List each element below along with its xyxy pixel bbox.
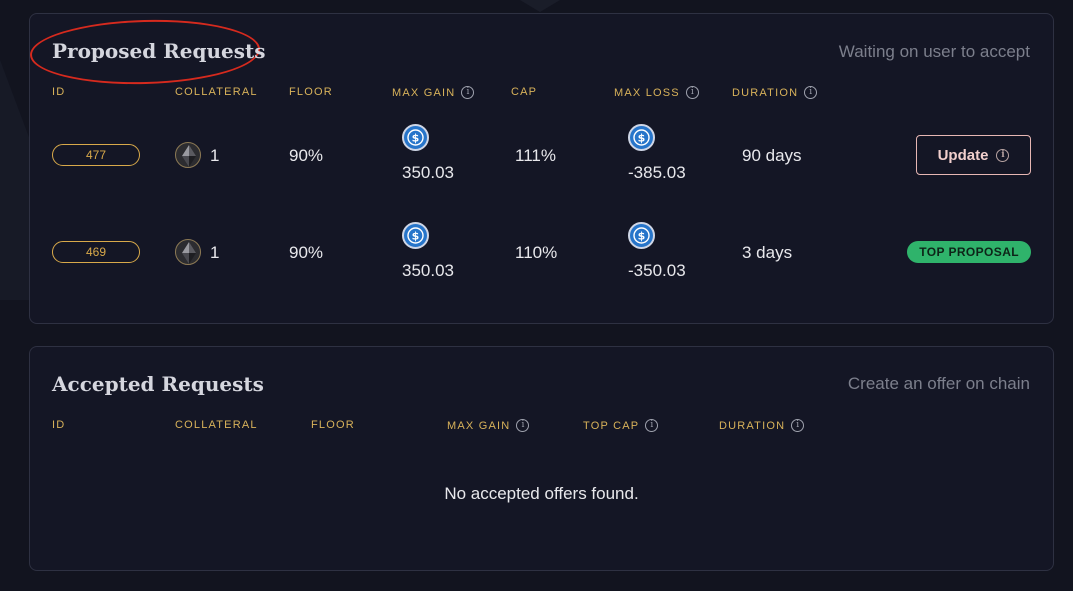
duration-value: 3 days (742, 243, 793, 262)
update-button-label: Update (937, 146, 989, 164)
accepted-requests-subtitle: Create an offer on chain (847, 374, 1030, 393)
info-icon: i (996, 148, 1010, 162)
top-proposal-badge: TOP PROPOSAL (907, 241, 1031, 263)
max-gain-value: 350.03 (402, 261, 454, 280)
eth-icon (175, 142, 201, 168)
col-header-floor: FLOOR (311, 419, 355, 431)
eth-icon (175, 239, 201, 265)
col-header-id: ID (52, 86, 66, 98)
svg-text:$: $ (638, 132, 646, 145)
proposed-requests-card: Proposed Requests Waiting on user to acc… (29, 13, 1054, 324)
col-header-duration: DURATION i (732, 86, 818, 99)
info-icon[interactable]: i (804, 86, 818, 99)
col-header-max-gain: MAX GAIN i (447, 419, 530, 432)
table-row: 469 1 90% $ 350.03 110% $ -350.03 3 days… (30, 212, 1053, 292)
update-button[interactable]: Update i (916, 135, 1031, 175)
col-header-top-cap: TOP CAP i (583, 419, 659, 432)
proposed-requests-subtitle: Waiting on user to accept (838, 42, 1030, 61)
collateral-value: 1 (210, 146, 220, 165)
proposed-requests-title: Proposed Requests (52, 39, 266, 63)
usdc-icon: $ (628, 124, 655, 151)
col-header-max-gain: MAX GAIN i (392, 86, 475, 99)
max-gain-value: 350.03 (402, 163, 454, 182)
svg-text:$: $ (412, 230, 420, 243)
col-header-max-loss: MAX LOSS i (614, 86, 699, 99)
max-loss-value: -385.03 (628, 163, 686, 182)
col-header-cap: CAP (511, 86, 538, 98)
table-row: 477 1 90% $ 350.03 111% $ -385.03 90 day… (30, 115, 1053, 195)
usdc-icon: $ (402, 124, 429, 151)
info-icon[interactable]: i (791, 419, 805, 432)
floor-value: 90% (289, 243, 324, 262)
cap-value: 111% (515, 146, 556, 165)
info-icon[interactable]: i (516, 419, 530, 432)
floor-value: 90% (289, 146, 324, 165)
duration-value: 90 days (742, 146, 802, 165)
usdc-icon: $ (628, 222, 655, 249)
col-header-id: ID (52, 419, 66, 431)
svg-text:$: $ (412, 132, 420, 145)
col-header-collateral: COLLATERAL (175, 419, 258, 431)
max-loss-value: -350.03 (628, 261, 686, 280)
usdc-icon: $ (402, 222, 429, 249)
empty-state-message: No accepted offers found. (444, 484, 639, 503)
col-header-floor: FLOOR (289, 86, 333, 98)
accepted-requests-card: Accepted Requests Create an offer on cha… (29, 346, 1054, 571)
request-id-badge[interactable]: 477 (52, 144, 140, 166)
accepted-requests-title: Accepted Requests (52, 372, 264, 396)
col-header-duration: DURATION i (719, 419, 805, 432)
info-icon[interactable]: i (685, 86, 699, 99)
svg-text:$: $ (638, 230, 646, 243)
request-id-badge[interactable]: 469 (52, 241, 140, 263)
cap-value: 110% (515, 243, 558, 262)
info-icon[interactable]: i (645, 419, 659, 432)
col-header-collateral: COLLATERAL (175, 86, 258, 98)
collateral-value: 1 (210, 243, 220, 262)
info-icon[interactable]: i (461, 86, 475, 99)
